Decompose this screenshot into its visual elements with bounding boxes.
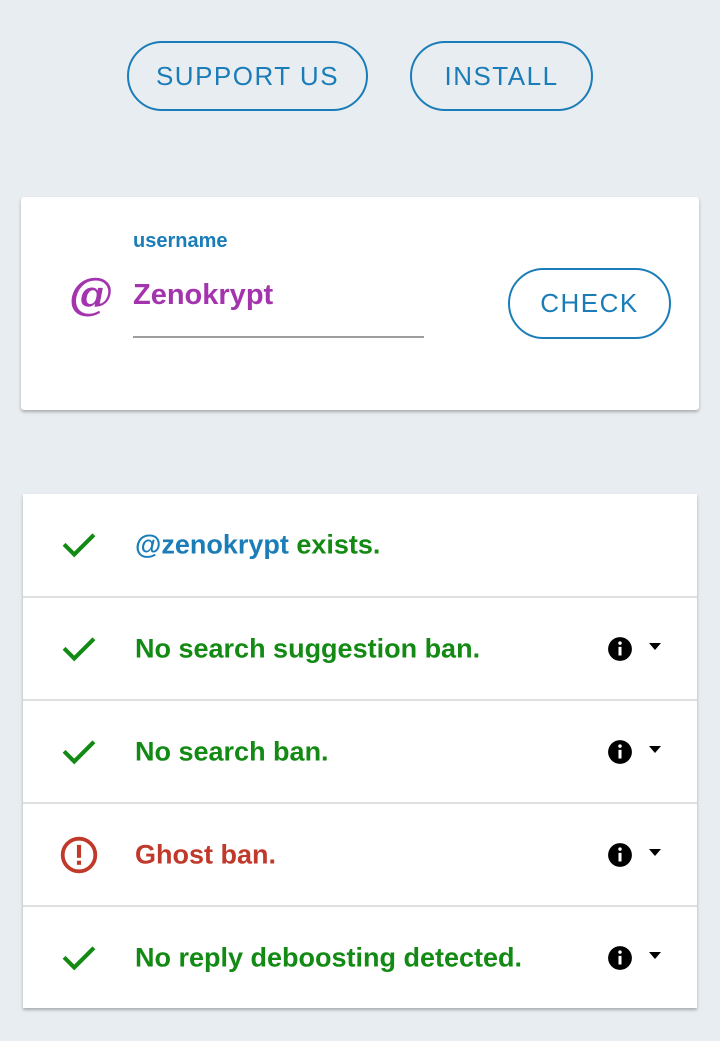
checkmark-icon: [62, 533, 96, 558]
result-row-search-ban: No search ban.: [23, 699, 697, 802]
result-text: Ghost ban.: [135, 839, 276, 869]
row-actions: [607, 737, 663, 767]
result-text: No search ban.: [135, 736, 329, 766]
caret-down-icon[interactable]: [649, 848, 661, 857]
support-us-button[interactable]: SUPPORT US: [127, 41, 368, 111]
result-text: No reply deboosting detected.: [135, 942, 523, 972]
checkmark-icon: [62, 945, 96, 970]
username-underline: [133, 336, 424, 338]
username-label: username: [133, 230, 228, 252]
info-icon[interactable]: [607, 739, 633, 765]
checkmark-icon: [62, 636, 96, 661]
row-actions: [607, 840, 663, 870]
result-row-reply-deboosting: No reply deboosting detected.: [23, 905, 697, 1008]
page: SUPPORT US INSTALL @ username CHECK @zen…: [0, 0, 720, 1041]
results-list: @zenokrypt exists. No search suggestion …: [23, 494, 697, 1008]
caret-down-icon[interactable]: [649, 745, 661, 754]
info-icon[interactable]: [607, 842, 633, 868]
username-card: @ username CHECK: [21, 197, 699, 410]
caret-down-icon[interactable]: [649, 642, 661, 651]
row-actions: [607, 634, 663, 664]
result-row-search-suggestion-ban: No search suggestion ban.: [23, 596, 697, 699]
caret-down-icon[interactable]: [649, 951, 661, 960]
info-icon[interactable]: [607, 945, 633, 971]
at-sign-icon: @: [69, 269, 113, 320]
result-text: No search suggestion ban.: [135, 633, 481, 663]
result-text: @zenokrypt exists.: [135, 529, 381, 560]
result-row-exists: @zenokrypt exists.: [23, 494, 697, 596]
info-icon[interactable]: [607, 636, 633, 662]
top-button-bar: SUPPORT US INSTALL: [0, 41, 720, 113]
checkmark-icon: [62, 739, 96, 764]
row-actions: [607, 943, 663, 973]
check-button[interactable]: CHECK: [508, 268, 671, 339]
result-row-ghost-ban: Ghost ban.: [23, 802, 697, 905]
username-handle[interactable]: @zenokrypt: [135, 530, 289, 560]
alert-circle-icon: [60, 836, 98, 873]
username-input[interactable]: [133, 275, 424, 315]
install-button[interactable]: INSTALL: [410, 41, 593, 111]
